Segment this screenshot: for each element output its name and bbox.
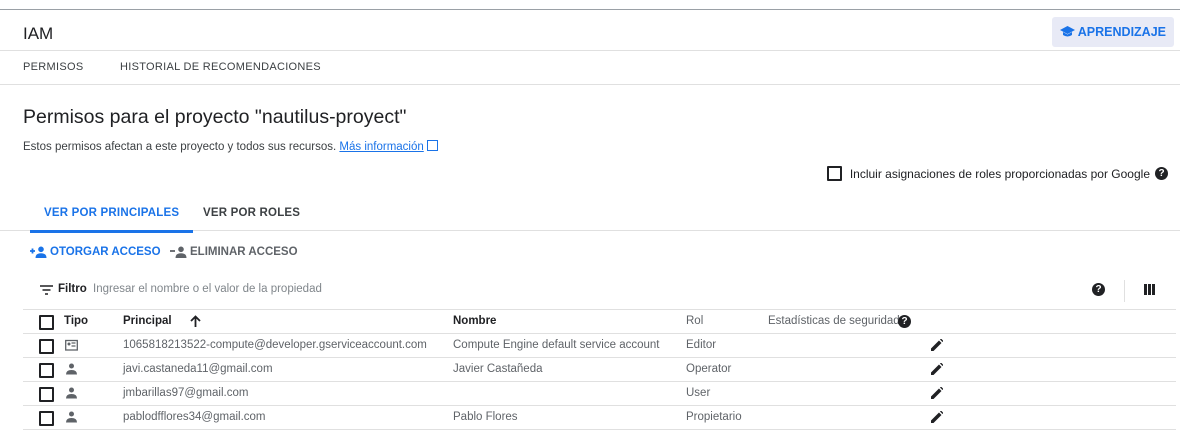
table-row: javi.castaneda11@gmail.com Javier Castañ… bbox=[23, 358, 1176, 382]
column-header-type[interactable]: Tipo bbox=[64, 315, 88, 327]
person-icon bbox=[66, 363, 77, 375]
table-help-icon[interactable]: ? bbox=[1092, 283, 1105, 296]
role-cell: Operator bbox=[686, 363, 732, 375]
principal-cell: jmbarillas97@gmail.com bbox=[123, 387, 249, 399]
row-checkbox[interactable] bbox=[39, 363, 54, 378]
column-display-icon[interactable] bbox=[1144, 284, 1155, 295]
person-icon bbox=[66, 387, 77, 399]
column-header-name[interactable]: Nombre bbox=[453, 315, 496, 327]
edit-icon[interactable] bbox=[931, 339, 943, 351]
name-cell: Compute Engine default service account bbox=[453, 339, 660, 351]
include-google-roles-option[interactable]: Incluir asignaciones de roles proporcion… bbox=[826, 166, 1168, 181]
permissions-table: Tipo Principal Nombre Rol Estadísticas d… bbox=[23, 309, 1176, 430]
filter-bar: Filtro Ingresar el nombre o el valor de … bbox=[0, 279, 1180, 303]
name-cell: Pablo Flores bbox=[453, 411, 518, 423]
role-cell: User bbox=[686, 387, 711, 399]
remove-person-icon bbox=[170, 246, 187, 258]
remove-access-label: ELIMINAR ACCESO bbox=[190, 246, 298, 258]
table-row: 1065818213522-compute@developer.gservice… bbox=[23, 334, 1176, 358]
page-description: Estos permisos afectan a este proyecto y… bbox=[23, 139, 438, 153]
learn-button[interactable]: APRENDIZAJE bbox=[1051, 17, 1174, 47]
person-icon bbox=[66, 411, 77, 423]
filter-input[interactable]: Ingresar el nombre o el valor de la prop… bbox=[93, 283, 493, 295]
app-title: IAM bbox=[23, 24, 54, 43]
row-checkbox[interactable] bbox=[39, 339, 54, 354]
include-google-roles-checkbox[interactable] bbox=[826, 166, 842, 181]
tab-view-principals[interactable]: VER POR PRINCIPALES bbox=[29, 207, 194, 233]
service-account-icon bbox=[65, 339, 78, 351]
tab-permisos[interactable]: PERMISOS bbox=[23, 61, 83, 73]
column-header-principal[interactable]: Principal bbox=[123, 315, 172, 327]
row-checkbox[interactable] bbox=[39, 411, 54, 426]
tab-view-roles[interactable]: VER POR ROLES bbox=[203, 207, 300, 219]
add-person-icon bbox=[30, 246, 47, 258]
description-text: Estos permisos afectan a este proyecto y… bbox=[23, 141, 337, 153]
app-header: IAM APRENDIZAJE bbox=[0, 10, 1180, 51]
page-title: Permisos para el proyecto "nautilus-proy… bbox=[23, 106, 407, 128]
external-link-icon bbox=[426, 140, 438, 151]
learn-label: APRENDIZAJE bbox=[1077, 25, 1166, 39]
top-tabs: PERMISOS HISTORIAL DE RECOMENDACIONES bbox=[0, 51, 1180, 85]
arrow-up-icon[interactable] bbox=[190, 315, 201, 327]
toolbar-divider bbox=[1124, 280, 1125, 302]
edit-icon[interactable] bbox=[931, 411, 943, 423]
column-header-security: Estadísticas de seguridad bbox=[768, 315, 900, 327]
role-cell: Editor bbox=[686, 339, 717, 351]
school-icon bbox=[1059, 26, 1075, 37]
grant-access-button[interactable]: OTORGAR ACCESO bbox=[30, 246, 161, 258]
tab-historial[interactable]: HISTORIAL DE RECOMENDACIONES bbox=[120, 61, 321, 73]
row-checkbox[interactable] bbox=[39, 387, 54, 402]
principal-cell: 1065818213522-compute@developer.gservice… bbox=[123, 339, 427, 351]
remove-access-button[interactable]: ELIMINAR ACCESO bbox=[170, 246, 298, 258]
edit-icon[interactable] bbox=[931, 387, 943, 399]
table-row: pablodfflores34@gmail.com Pablo Flores P… bbox=[23, 406, 1176, 430]
help-icon[interactable]: ? bbox=[1155, 167, 1168, 180]
role-cell: Propietario bbox=[686, 411, 742, 423]
table-row: jmbarillas97@gmail.com User bbox=[23, 382, 1176, 406]
more-info-link[interactable]: Más información bbox=[339, 141, 423, 153]
include-google-roles-label: Incluir asignaciones de roles proporcion… bbox=[849, 166, 1150, 181]
filter-label: Filtro bbox=[58, 283, 87, 295]
name-cell: Javier Castañeda bbox=[453, 363, 543, 375]
table-header-row: Tipo Principal Nombre Rol Estadísticas d… bbox=[23, 309, 1176, 334]
view-tabs: VER POR PRINCIPALES VER POR ROLES bbox=[0, 196, 1180, 233]
principal-cell: javi.castaneda11@gmail.com bbox=[123, 363, 273, 375]
principal-cell: pablodfflores34@gmail.com bbox=[123, 411, 266, 423]
edit-icon[interactable] bbox=[931, 363, 943, 375]
filter-icon[interactable] bbox=[40, 285, 53, 295]
column-header-role[interactable]: Rol bbox=[686, 315, 703, 327]
security-help-icon[interactable]: ? bbox=[898, 315, 911, 328]
select-all-checkbox[interactable] bbox=[39, 315, 54, 330]
grant-access-label: OTORGAR ACCESO bbox=[50, 246, 161, 258]
